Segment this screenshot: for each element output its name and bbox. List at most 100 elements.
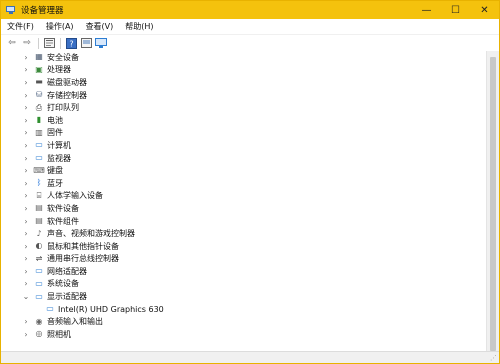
window-title: 设备管理器 <box>21 6 64 16</box>
chevron-right-icon[interactable]: › <box>21 77 31 87</box>
menu-file[interactable]: 文件(F) <box>7 21 34 32</box>
device-tree: › ▦ 安全设备 › ▣ 处理器 › ▬ 磁盘驱动器 › ⛁ 存储控制器 › ⎙ 打印队列 › ▮ 电池 › ▥ 固件 ›… <box>1 51 487 352</box>
network-adapter-icon: ▭ <box>35 266 43 276</box>
toolbar: ⇦ ⇨ ? <box>1 35 499 52</box>
system-device-icon: ▭ <box>35 278 43 288</box>
tree-item-label: 系统设备 <box>47 279 79 289</box>
maximize-button[interactable]: ☐ <box>441 1 470 19</box>
scan-hardware-icon[interactable] <box>95 37 107 49</box>
chevron-right-icon[interactable]: › <box>21 115 31 125</box>
chevron-right-icon[interactable]: › <box>21 266 31 276</box>
tree-item-label: 通用串行总线控制器 <box>47 254 119 264</box>
forward-arrow-icon[interactable]: ⇨ <box>21 37 33 49</box>
scrollbar-thumb[interactable] <box>490 57 496 351</box>
tree-category[interactable]: ⌄ ▭ 显示适配器 <box>1 290 486 303</box>
device-manager-app-icon <box>6 5 16 15</box>
tree-item-label: 固件 <box>47 128 63 138</box>
tree-category[interactable]: › ⌸ 人体学输入设备 <box>1 190 486 203</box>
tree-category[interactable]: › ♪ 声音、视频和游戏控制器 <box>1 227 486 240</box>
sound-icon: ♪ <box>36 228 42 238</box>
chevron-right-icon[interactable]: › <box>21 65 31 75</box>
tree-category[interactable]: › ▣ 处理器 <box>1 64 486 77</box>
tree-category[interactable]: › ▭ 计算机 <box>1 139 486 152</box>
chevron-right-icon[interactable]: › <box>21 317 31 327</box>
chevron-right-icon[interactable]: › <box>21 90 31 100</box>
tree-item-label: Intel(R) UHD Graphics 630 <box>58 304 164 314</box>
chevron-right-icon[interactable]: › <box>21 329 31 339</box>
mouse-icon: ◐ <box>35 241 43 251</box>
security-device-icon: ▦ <box>35 52 43 62</box>
chevron-right-icon[interactable]: › <box>21 166 31 176</box>
chevron-right-icon[interactable]: › <box>21 52 31 62</box>
tree-category[interactable]: › ▦ 安全设备 <box>1 51 486 64</box>
tree-category[interactable]: › ▮ 电池 <box>1 114 486 127</box>
tree-item-label: 电池 <box>47 115 63 125</box>
hid-icon: ⌸ <box>36 190 42 200</box>
tree-item-label: 软件设备 <box>47 203 79 213</box>
tree-category[interactable]: › ᛒ 蓝牙 <box>1 177 486 190</box>
resize-grip-icon[interactable]: ⋰ <box>490 354 497 362</box>
chevron-right-icon[interactable]: › <box>21 191 31 201</box>
chevron-right-icon[interactable]: › <box>21 140 31 150</box>
monitor-icon: ▭ <box>35 153 43 163</box>
chevron-right-icon[interactable]: › <box>21 229 31 239</box>
software-component-icon: ▤ <box>35 216 43 226</box>
tree-item-label: 蓝牙 <box>47 178 63 188</box>
help-icon[interactable]: ? <box>65 37 77 49</box>
tree-item-label: 鼠标和其他指针设备 <box>47 241 119 251</box>
chevron-down-icon[interactable]: ⌄ <box>21 292 31 302</box>
tree-item-label: 显示适配器 <box>47 292 87 302</box>
back-arrow-icon[interactable]: ⇦ <box>6 37 18 49</box>
printer-icon: ⎙ <box>35 102 43 112</box>
tree-item-label: 网络适配器 <box>47 266 87 276</box>
chevron-right-icon[interactable]: › <box>21 178 31 188</box>
tree-category[interactable]: › ▭ 网络适配器 <box>1 265 486 278</box>
storage-controller-icon: ⛁ <box>35 90 43 100</box>
device-manager-window: 设备管理器 — ☐ ✕ 文件(F) 操作(A) 查看(V) 帮助(H) ⇦ ⇨ … <box>0 0 500 364</box>
tree-item-label: 声音、视频和游戏控制器 <box>47 229 135 239</box>
tree-child-item[interactable]: ›▭Intel(R) UHD Graphics 630 <box>1 303 486 316</box>
vertical-scrollbar[interactable] <box>487 51 499 352</box>
chevron-right-icon[interactable]: › <box>21 103 31 113</box>
display-adapter-icon: ▭ <box>46 304 54 314</box>
tree-category[interactable]: › ◉ 音频输入和输出 <box>1 315 486 328</box>
status-bar: ⋰ <box>1 351 499 363</box>
chevron-right-icon[interactable]: › <box>21 128 31 138</box>
title-bar[interactable]: 设备管理器 — ☐ ✕ <box>1 1 499 19</box>
minimize-button[interactable]: — <box>412 1 441 19</box>
tree-category[interactable]: › ◐ 鼠标和其他指针设备 <box>1 240 486 253</box>
tree-category[interactable]: › ⌨ 键盘 <box>1 164 486 177</box>
tree-category[interactable]: › ▭ 系统设备 <box>1 278 486 291</box>
tree-category[interactable]: › ⇌ 通用串行总线控制器 <box>1 253 486 266</box>
audio-io-icon: ◉ <box>35 316 43 326</box>
tree-category[interactable]: › ⛁ 存储控制器 <box>1 89 486 102</box>
software-device-icon: ▤ <box>35 203 43 213</box>
close-button[interactable]: ✕ <box>470 1 499 19</box>
tree-category[interactable]: › ◎ 照相机 <box>1 328 486 341</box>
tree-item-label: 监视器 <box>47 153 71 163</box>
tree-category[interactable]: › ▬ 磁盘驱动器 <box>1 76 486 89</box>
tree-item-label: 安全设备 <box>47 52 79 62</box>
chevron-right-icon[interactable]: › <box>21 241 31 251</box>
disk-drive-icon: ▬ <box>35 77 43 87</box>
tree-item-label: 计算机 <box>47 140 71 150</box>
tree-category[interactable]: › ▥ 固件 <box>1 127 486 140</box>
update-driver-icon[interactable] <box>80 37 92 49</box>
menu-action[interactable]: 操作(A) <box>46 21 74 32</box>
properties-icon[interactable] <box>43 37 55 49</box>
tree-category[interactable]: › ▤ 软件设备 <box>1 202 486 215</box>
menu-view[interactable]: 查看(V) <box>86 21 114 32</box>
chevron-right-icon[interactable]: › <box>21 216 31 226</box>
bluetooth-icon: ᛒ <box>36 178 42 188</box>
tree-category[interactable]: › ▭ 监视器 <box>1 152 486 165</box>
tree-item-label: 处理器 <box>47 65 71 75</box>
tree-category[interactable]: › ▤ 软件组件 <box>1 215 486 228</box>
tree-item-label: 音频输入和输出 <box>47 317 103 327</box>
chevron-right-icon[interactable]: › <box>21 279 31 289</box>
tree-category[interactable]: › ⎙ 打印队列 <box>1 101 486 114</box>
menu-help[interactable]: 帮助(H) <box>125 21 153 32</box>
chevron-right-icon[interactable]: › <box>21 254 31 264</box>
chevron-right-icon[interactable]: › <box>21 153 31 163</box>
chevron-right-icon[interactable]: › <box>21 203 31 213</box>
tree-item-label: 存储控制器 <box>47 90 87 100</box>
